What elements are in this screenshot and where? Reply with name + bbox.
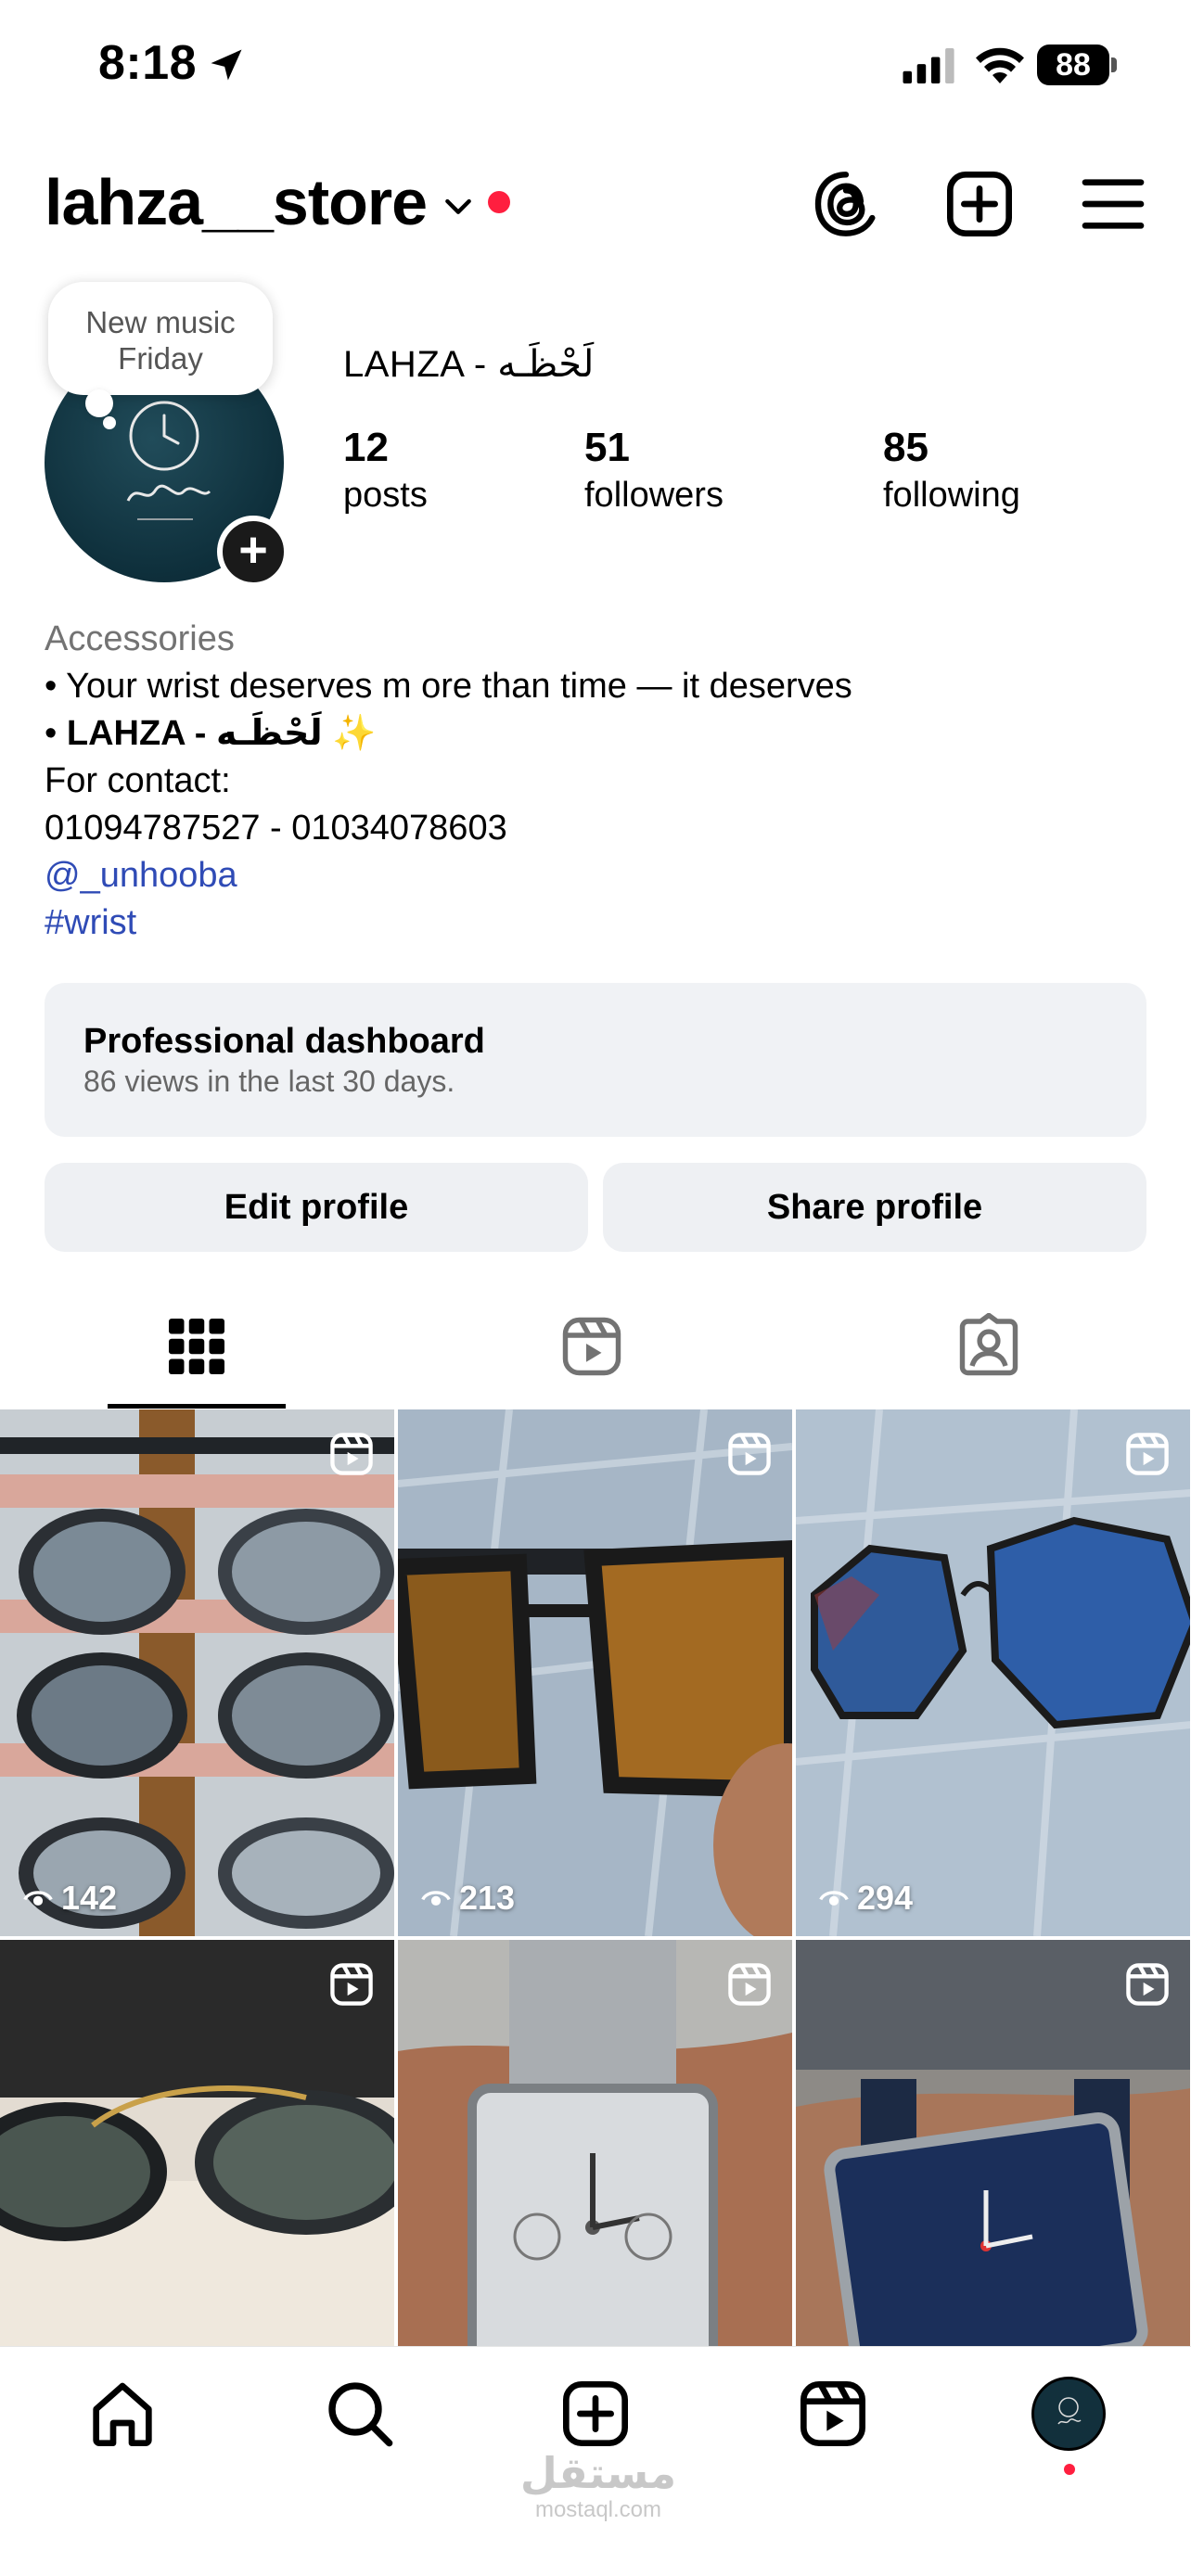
status-time: 8:18 (98, 36, 198, 90)
add-story-button[interactable]: + (217, 516, 289, 588)
tagged-tab-icon[interactable] (955, 1313, 1022, 1380)
stat-value: 12 (343, 425, 389, 470)
active-tab-indicator (108, 1404, 286, 1409)
reel-badge-icon (330, 1433, 373, 1475)
stat-label: following (883, 476, 1020, 515)
note-text: New music Friday (85, 305, 236, 376)
post-thumbnail[interactable]: 294 (796, 1409, 1190, 1936)
stat-label: followers (584, 476, 724, 515)
profile-header: lahza__store (0, 148, 1191, 260)
dashboard-subtitle: 86 views in the last 30 days. (83, 1065, 455, 1098)
professional-dashboard[interactable]: Professional dashboard 86 views in the l… (45, 983, 1146, 1137)
view-count: 142 (22, 1879, 117, 1918)
note-bubble-tail (85, 389, 113, 417)
eye-icon (421, 1891, 451, 1906)
dashboard-title: Professional dashboard (83, 1022, 485, 1061)
reels-icon[interactable] (796, 2377, 870, 2451)
post-thumbnail[interactable] (796, 1940, 1190, 2346)
post-thumbnail[interactable]: 142 (0, 1409, 394, 1936)
reel-badge-icon (728, 1963, 771, 2006)
posts-grid: 142 213 294 (0, 1409, 1191, 2346)
username-switcher[interactable]: lahza__store (45, 165, 428, 239)
reel-badge-icon (1126, 1433, 1169, 1475)
edit-profile-button[interactable]: Edit profile (45, 1163, 588, 1252)
menu-icon[interactable] (1076, 167, 1150, 241)
view-count-value: 294 (857, 1879, 914, 1917)
view-count-value: 142 (61, 1879, 118, 1917)
bio-mention-link[interactable]: @_unhooba (45, 852, 1148, 899)
stat-posts[interactable]: 12 posts (343, 422, 428, 516)
reel-badge-icon (1126, 1963, 1169, 2006)
location-arrow-icon (211, 49, 242, 81)
bottom-nav: مستقل mostaql.com (0, 2346, 1191, 2576)
view-count-value: 213 (459, 1879, 516, 1917)
profile-bio: Accessories • Your wrist deserves m ore … (45, 616, 1148, 947)
chevron-down-icon[interactable] (440, 187, 477, 224)
post-thumbnail[interactable] (0, 1940, 394, 2346)
stat-label: posts (343, 476, 428, 515)
battery-level: 88 (1037, 45, 1109, 85)
reels-tab-icon[interactable] (558, 1313, 625, 1380)
clock-logo-icon (1057, 2397, 1082, 2425)
wifi-icon (976, 47, 1024, 83)
profile-avatar-tab[interactable] (1031, 2377, 1106, 2451)
eye-icon (23, 1891, 53, 1906)
bio-phone: 01094787527 - 01034078603 (45, 809, 507, 848)
notification-dot (488, 191, 510, 213)
watermark-arabic: مستقل (519, 2448, 677, 2498)
reel-badge-icon (728, 1433, 771, 1475)
post-thumbnail[interactable]: 213 (398, 1409, 792, 1936)
bio-line: • Your wrist deserves m ore than time — … (45, 667, 852, 706)
bio-line: For contact: (45, 761, 231, 800)
profile-notification-dot (1064, 2464, 1075, 2475)
watermark: مستقل mostaql.com (519, 2449, 677, 2523)
home-icon[interactable] (85, 2377, 160, 2451)
display-name: LAHZA - لَحْظَـه (343, 344, 595, 385)
create-post-icon[interactable] (942, 167, 1017, 241)
bio-category: Accessories (45, 619, 235, 658)
blue-sunglasses-image (796, 1409, 1190, 1936)
bio-line: • LAHZA - لَحْظَـه ✨ (45, 710, 1148, 758)
reel-badge-icon (330, 1963, 373, 2006)
grid-tab-icon[interactable] (163, 1313, 230, 1380)
status-bar: 8:18 88 (0, 0, 1191, 139)
cellular-signal-icon (903, 48, 954, 83)
create-icon[interactable] (558, 2377, 633, 2451)
share-profile-button[interactable]: Share profile (603, 1163, 1146, 1252)
profile-tabs (0, 1280, 1191, 1409)
bio-brand: LAHZA - لَحْظَـه (66, 714, 323, 753)
view-count: 294 (818, 1879, 913, 1918)
brown-sunglasses-image (398, 1409, 792, 1936)
stat-value: 85 (883, 425, 928, 470)
bio-hashtag-link[interactable]: #wrist (45, 899, 1148, 947)
eye-icon (819, 1891, 849, 1906)
stat-value: 51 (584, 425, 630, 470)
bio-bullet: • (45, 714, 67, 753)
stat-followers[interactable]: 51 followers (584, 422, 724, 516)
search-icon[interactable] (323, 2377, 397, 2451)
sparkles-icon: ✨ (332, 714, 377, 753)
battery-icon: 88 (1037, 45, 1117, 85)
post-thumbnail[interactable] (398, 1940, 792, 2346)
note-bubble[interactable]: New music Friday (48, 282, 273, 395)
threads-icon[interactable] (809, 167, 883, 241)
view-count: 213 (420, 1879, 515, 1918)
watermark-latin: mostaql.com (534, 2497, 662, 2522)
stat-following[interactable]: 85 following (883, 422, 1020, 516)
sunglasses-display-image (0, 1409, 394, 1936)
